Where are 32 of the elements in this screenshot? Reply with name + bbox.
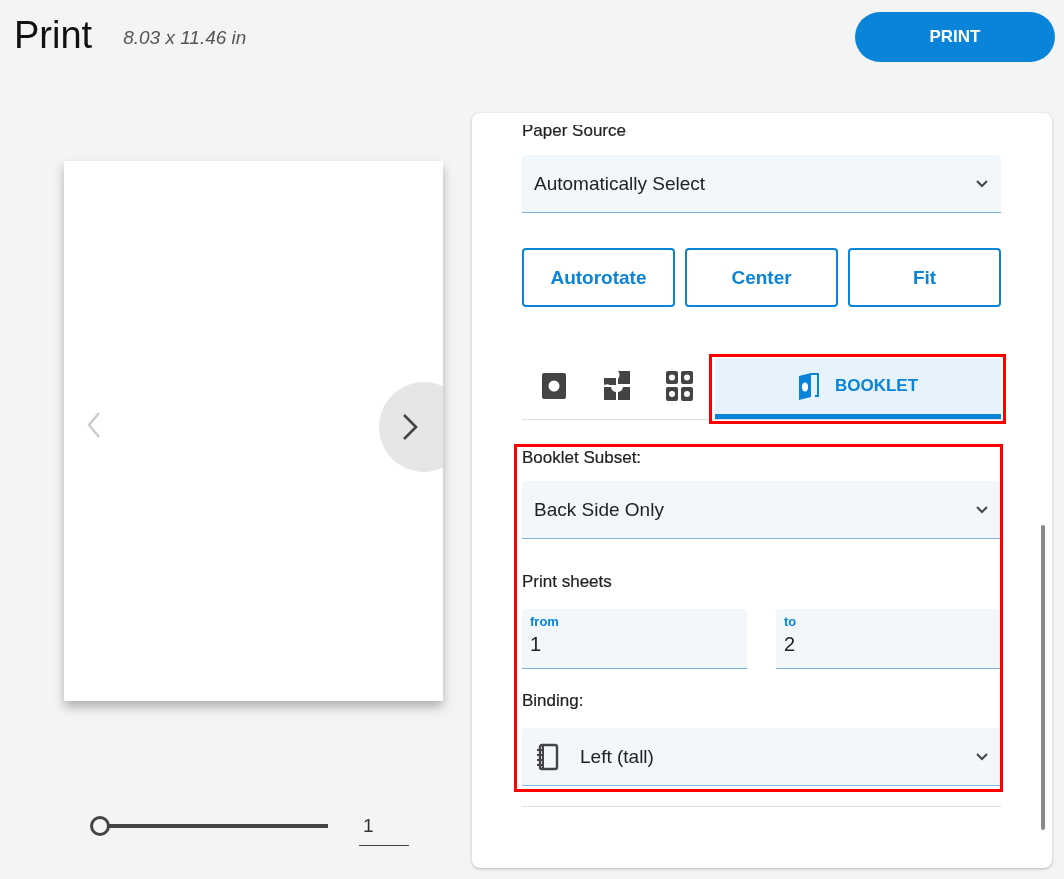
slider-thumb[interactable]	[90, 815, 110, 836]
number-field[interactable]: to 2	[776, 609, 1001, 669]
field-label: Print sheets	[522, 572, 613, 592]
chevron-right-icon	[401, 413, 419, 441]
print-button[interactable]: PRINT	[855, 12, 1055, 62]
quarter-pages-icon	[603, 371, 630, 401]
dropdown-field[interactable]: Left (tall)	[522, 728, 1001, 786]
scrollbar[interactable]	[1041, 525, 1045, 830]
grid-pages-icon	[666, 371, 693, 401]
dropdown-field[interactable]: Automatically Select	[522, 155, 1001, 213]
field-label: Booklet Subset:	[522, 448, 643, 468]
dropdown-field[interactable]: Back Side Only	[522, 481, 1001, 539]
field-value: 1	[530, 632, 542, 657]
align-button[interactable]: Fit	[848, 248, 1001, 307]
field-label: to	[784, 615, 797, 629]
align-button[interactable]: Center	[685, 248, 838, 307]
single-page-icon	[541, 372, 566, 400]
page-title: Print	[14, 13, 93, 57]
page-number-field[interactable]: 1	[359, 813, 409, 846]
page-slider[interactable]	[91, 815, 328, 836]
field-label: Paper Source	[522, 125, 627, 141]
notebook-icon	[534, 742, 560, 771]
chevron-down-icon	[975, 179, 989, 188]
chevron-down-icon	[975, 752, 989, 761]
number-field[interactable]: from 1	[522, 609, 747, 669]
field-label: Binding:	[522, 691, 585, 711]
field-value: 2	[784, 632, 796, 657]
align-button[interactable]: Autorotate	[522, 248, 675, 307]
field-label: from	[530, 615, 559, 629]
booklet-icon	[797, 372, 820, 400]
chevron-down-icon	[975, 505, 989, 514]
paper-size: 8.03 x 11.46 in	[123, 27, 247, 49]
